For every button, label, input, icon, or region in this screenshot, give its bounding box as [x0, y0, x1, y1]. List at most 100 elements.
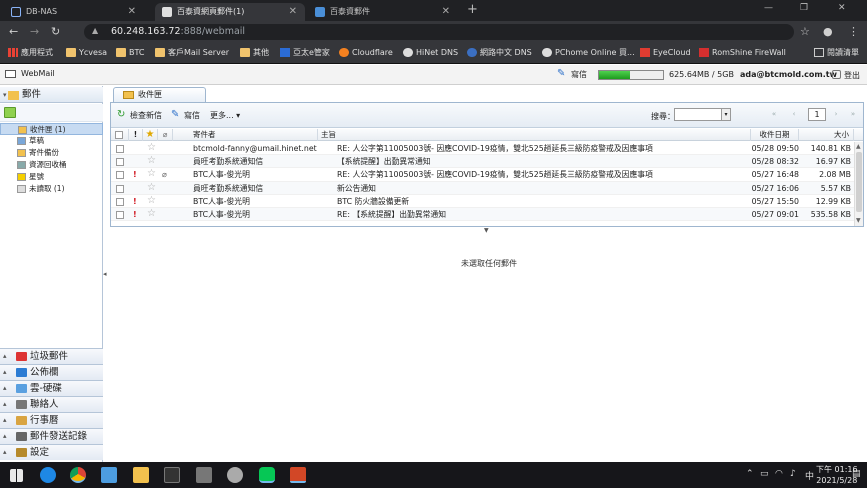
browser-tab-mail2[interactable]: 百泰資郵件 ✕ — [308, 3, 458, 21]
reload-icon[interactable]: ↻ — [51, 25, 60, 38]
bookmark-reading-list[interactable]: 閱讀清單 — [814, 47, 859, 59]
search-input[interactable] — [674, 108, 722, 121]
column-from[interactable]: 寄件者 — [173, 129, 318, 141]
network-app-icon[interactable] — [196, 467, 212, 483]
windows-start-icon[interactable] — [10, 469, 23, 482]
column-size[interactable]: 大小 — [799, 129, 854, 141]
powerpoint-icon[interactable] — [290, 467, 306, 483]
table-row[interactable]: ! ☆ ⌀ BTC人事-俊光明 RE: 人公字第11005003號- 因應COVID-1… — [111, 168, 854, 182]
sidebar-section-settings[interactable]: ▴ 設定 — [0, 444, 103, 460]
star-icon[interactable]: ☆ — [147, 155, 156, 167]
menu-icon[interactable]: ⋮ — [848, 25, 859, 38]
star-column[interactable]: ★ — [143, 129, 158, 141]
network-icon[interactable]: ▭ — [760, 469, 769, 479]
bookmark-ycvesa[interactable]: Ycvesa — [66, 47, 107, 59]
sidebar-folder-item[interactable]: 未讀取 (1) — [0, 183, 103, 195]
file-explorer-icon[interactable] — [133, 467, 149, 483]
tab-inbox[interactable]: 收件匣 — [113, 87, 206, 102]
sidebar-section-calendar[interactable]: ▴ 行事曆 — [0, 412, 103, 428]
star-icon[interactable]: ☆ — [147, 195, 156, 207]
row-checkbox[interactable] — [116, 158, 124, 167]
bookmark-chinese-dns[interactable]: 網路中文 DNS — [467, 47, 532, 59]
sidebar-section-send-log[interactable]: ▴ 郵件發送記錄 — [0, 428, 103, 444]
table-row[interactable]: ☆ 員旺考勤系統通知信 新公告通知 05/27 16:06 5.57 KB — [111, 181, 854, 195]
bookmark-other[interactable]: 其他 — [240, 47, 269, 59]
last-page-icon[interactable]: » — [846, 109, 860, 121]
table-row[interactable]: ! ☆ BTC人事-俊光明 BTC 防火牆設備更新 05/27 15:50 12.99 K… — [111, 195, 854, 208]
check-mail-button[interactable]: ↻ 檢查新信 — [117, 110, 162, 121]
row-checkbox[interactable] — [116, 210, 124, 219]
select-all-checkbox[interactable] — [115, 131, 123, 139]
star-icon[interactable]: ☆ — [147, 182, 156, 194]
table-row[interactable]: ☆ 員旺考勤系統通知信 【系統提醒】出勤異常通知 05/28 08:32 16.97 K… — [111, 155, 854, 169]
more-button[interactable]: 更多... ▾ — [197, 110, 240, 121]
sidebar-folder-item[interactable]: 收件匣 (1) — [0, 123, 103, 135]
add-folder-icon[interactable] — [4, 107, 16, 118]
new-tab-icon[interactable]: + — [467, 2, 478, 17]
scroll-down-icon[interactable]: ▼ — [856, 217, 861, 224]
next-page-icon[interactable]: › — [829, 109, 843, 121]
profile-icon[interactable]: ● — [823, 25, 833, 38]
row-checkbox[interactable] — [116, 171, 124, 180]
forward-icon[interactable]: → — [30, 25, 39, 38]
close-icon[interactable]: ✕ — [128, 3, 136, 20]
first-page-icon[interactable]: « — [767, 109, 781, 121]
bookmark-apps[interactable]: 應用程式 — [8, 47, 53, 59]
bookmark-star-icon[interactable]: ☆ — [800, 25, 810, 38]
line-icon[interactable] — [259, 467, 275, 483]
bookmark-hinet-dns[interactable]: HiNet DNS — [403, 47, 458, 59]
browser-tab-dbnas[interactable]: DB-NAS ✕ — [4, 3, 144, 21]
scrollbar-thumb[interactable] — [856, 152, 862, 212]
sidebar-folder-item[interactable]: 草稿 — [0, 135, 103, 147]
bookmark-eyecloud[interactable]: EyeCloud — [640, 47, 691, 59]
priority-column[interactable]: ! — [129, 129, 143, 141]
sidebar-folder-item[interactable]: 資源回收桶 — [0, 159, 103, 171]
bookmark-cloudflare[interactable]: Cloudflare — [339, 47, 393, 59]
bookmark-romshine[interactable]: RomShine FireWall — [699, 47, 786, 59]
compose-button[interactable]: ✎ 寫信 — [171, 110, 200, 121]
message-list-scrollbar[interactable]: ▲ ▼ — [854, 142, 863, 226]
bookmark-btc[interactable]: BTC — [116, 47, 145, 59]
sidebar-section-contacts[interactable]: ▴ 聯絡人 — [0, 396, 103, 412]
sidebar-section-bulletin[interactable]: ▴ 公佈欄 — [0, 364, 103, 380]
scroll-up-icon[interactable]: ▲ — [856, 143, 861, 150]
logout-link[interactable]: 登出 — [832, 70, 860, 81]
minimize-icon[interactable]: — — [764, 3, 773, 13]
page-number-input[interactable]: 1 — [808, 108, 826, 121]
close-icon[interactable]: ✕ — [289, 3, 297, 20]
bookmark-pchome[interactable]: PChome Online 買... — [542, 47, 635, 59]
sidebar-folder-item[interactable]: 寄件備份 — [0, 147, 103, 159]
table-row[interactable]: ! ☆ BTC人事-俊光明 RE: 【系統提醒】出勤異常通知 05/27 09:01 53… — [111, 207, 854, 222]
star-icon[interactable]: ☆ — [147, 168, 156, 180]
row-checkbox[interactable] — [116, 145, 124, 153]
attachment-column[interactable]: ⌀ — [158, 129, 173, 141]
column-subject[interactable]: 主旨 — [318, 129, 751, 141]
sidebar-mail-header[interactable]: ▾ 郵件 — [0, 87, 103, 103]
tray-overflow-icon[interactable]: ⌃ — [746, 469, 754, 479]
star-icon[interactable]: ☆ — [147, 208, 156, 220]
browser-tab-webmail[interactable]: 百泰資網頁郵件(1) ✕ — [155, 3, 305, 21]
search-dropdown-icon[interactable]: ▾ — [722, 108, 731, 121]
table-row[interactable]: ☆ btcmold-fanny@umail.hinet.net RE: 人公字第11… — [111, 142, 854, 156]
sidebar-section-cloud-drive[interactable]: ▴ 雲-硬碟 — [0, 380, 103, 396]
ime-indicator[interactable]: 中 — [805, 469, 814, 482]
sidebar-folder-item[interactable]: 星號 — [0, 171, 103, 183]
chrome-icon[interactable] — [70, 467, 86, 483]
split-handle-icon[interactable]: ▼ — [484, 227, 489, 234]
compose-link[interactable]: ✎ 寫信 — [557, 68, 587, 80]
terminal-icon[interactable] — [164, 467, 180, 483]
window-close-icon[interactable]: ✕ — [838, 3, 846, 13]
remote-app-icon[interactable] — [227, 467, 243, 483]
restore-icon[interactable]: ❐ — [800, 3, 808, 13]
sidebar-section-spam[interactable]: ▴ 垃圾郵件 — [0, 348, 103, 364]
bookmark-client-mail[interactable]: 客戶Mail Server — [155, 47, 229, 59]
row-checkbox[interactable] — [116, 197, 124, 206]
column-date[interactable]: 收件日期 — [751, 129, 799, 141]
bookmark-aptg[interactable]: 亞太e管家 — [280, 47, 330, 59]
back-icon[interactable]: ← — [9, 25, 18, 38]
url-input[interactable]: ▲ 60.248.163.72:888/webmail — [84, 24, 794, 40]
notification-icon[interactable]: ▤ — [852, 469, 861, 479]
select-all-column[interactable] — [111, 129, 129, 141]
collapse-sidebar-icon[interactable]: ◂ — [103, 270, 107, 278]
star-icon[interactable]: ☆ — [147, 142, 156, 154]
